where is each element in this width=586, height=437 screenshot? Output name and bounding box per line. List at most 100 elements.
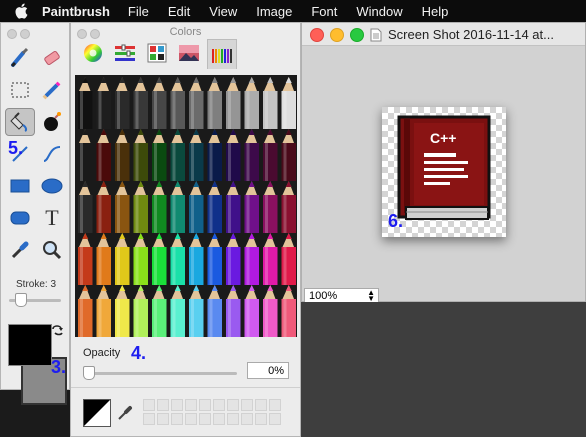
close-light-icon[interactable] — [7, 29, 17, 39]
swatch-cell[interactable] — [185, 399, 197, 411]
swatch-cell[interactable] — [171, 399, 183, 411]
swatch-cell[interactable] — [241, 399, 253, 411]
eyedropper-tool[interactable] — [5, 236, 35, 264]
curve-tool[interactable] — [37, 140, 67, 168]
swatch-cell[interactable] — [227, 399, 239, 411]
swatch-cell[interactable] — [255, 413, 267, 425]
pencil-lead — [156, 285, 163, 291]
swatch-cell[interactable] — [269, 413, 281, 425]
zoom-value: 100% — [309, 290, 338, 302]
current-color-swatch[interactable] — [83, 399, 111, 427]
pencil-lead — [248, 129, 255, 135]
pencil-highlight — [265, 247, 268, 285]
opacity-slider-track[interactable] — [83, 372, 237, 375]
swatch-cell[interactable] — [199, 413, 211, 425]
stroke-slider-knob[interactable] — [15, 293, 27, 307]
menu-image[interactable]: Image — [256, 4, 292, 19]
pencil-highlight — [209, 247, 213, 285]
brush-tool[interactable] — [5, 44, 35, 72]
crayon-picker[interactable] — [75, 75, 297, 337]
swatch-cell[interactable] — [269, 399, 281, 411]
app-menu[interactable]: Paintbrush — [42, 4, 110, 19]
pencil-lead — [267, 77, 274, 83]
rect-select-tool[interactable] — [5, 76, 35, 104]
eyedropper-icon[interactable] — [117, 405, 133, 421]
pencil-highlight — [191, 91, 194, 129]
minimize-light-icon[interactable] — [20, 29, 30, 39]
pencil-lead — [100, 181, 107, 187]
opacity-slider-knob[interactable] — [83, 366, 95, 380]
opacity-field[interactable]: 0% — [247, 362, 289, 379]
text-tool[interactable]: T — [37, 204, 67, 232]
bomb-tool[interactable] — [37, 108, 67, 136]
swatch-cell[interactable] — [213, 399, 225, 411]
swatch-cell[interactable] — [227, 413, 239, 425]
magnifier-tool[interactable] — [37, 236, 67, 264]
rectangle-tool[interactable] — [5, 172, 35, 200]
minimize-button[interactable] — [330, 28, 344, 42]
tab-image[interactable] — [177, 41, 201, 65]
pencil-lead — [285, 181, 292, 187]
ellipse-tool[interactable] — [37, 172, 67, 200]
eraser-tool[interactable] — [37, 44, 67, 72]
swatch-cell[interactable] — [157, 399, 169, 411]
pencil-highlight — [265, 143, 268, 181]
swap-colors-icon[interactable] — [51, 323, 65, 337]
pencil-highlight — [228, 143, 231, 181]
pencil-lead — [137, 285, 144, 291]
pencil-lead — [285, 129, 292, 135]
swatch-cell[interactable] — [241, 413, 253, 425]
pencil-lead — [248, 181, 255, 187]
pencil-lead — [82, 181, 89, 187]
text-icon: T — [45, 205, 59, 230]
pencil-lead — [119, 233, 126, 239]
pencil-grid — [78, 77, 296, 337]
pencil-lead — [119, 181, 126, 187]
pencil-lead — [211, 77, 218, 83]
eraser-icon — [44, 50, 60, 66]
canvas-image[interactable]: C++ 6. — [382, 107, 506, 237]
menu-edit[interactable]: Edit — [168, 4, 190, 19]
pencil-highlight — [117, 195, 120, 233]
rounded-rect-tool[interactable] — [5, 204, 35, 232]
zoom-select[interactable]: 100% ▲ ▼ — [304, 288, 379, 303]
pencil-highlight — [246, 195, 250, 233]
menu-font[interactable]: Font — [311, 4, 337, 19]
swatch-cell[interactable] — [185, 413, 197, 425]
pencil-highlight — [209, 143, 213, 181]
foreground-color-well[interactable] — [8, 324, 52, 366]
swatch-cell[interactable] — [199, 399, 211, 411]
fill-bucket-tool[interactable] — [5, 108, 35, 136]
tab-sliders[interactable] — [113, 41, 137, 65]
swatch-cell[interactable] — [143, 413, 155, 425]
close-button[interactable] — [310, 28, 324, 42]
rectangle-icon — [10, 179, 30, 193]
swatch-cell[interactable] — [255, 399, 267, 411]
tab-color-wheel[interactable] — [81, 41, 105, 65]
swatch-cell[interactable] — [143, 399, 155, 411]
pencil-tool[interactable] — [37, 76, 67, 104]
tab-pencils[interactable] — [207, 39, 237, 69]
swatch-cell[interactable] — [213, 413, 225, 425]
tab-palettes[interactable] — [145, 41, 169, 65]
window-title: Screen Shot 2016-11-14 at... — [388, 27, 554, 42]
zoom-button[interactable] — [350, 28, 364, 42]
pencil-lead — [230, 129, 237, 135]
pencil-lead — [211, 181, 218, 187]
menu-window[interactable]: Window — [356, 4, 402, 19]
pencil-highlight — [283, 91, 287, 129]
pencil-highlight — [98, 299, 102, 337]
swatch-cell[interactable] — [157, 413, 169, 425]
menu-file[interactable]: File — [128, 4, 149, 19]
pencil-lead — [137, 233, 144, 239]
swatch-grid[interactable] — [143, 399, 281, 425]
apple-logo-icon[interactable] — [14, 3, 28, 19]
menu-help[interactable]: Help — [422, 4, 449, 19]
swatch-cell[interactable] — [171, 413, 183, 425]
pencil-lead — [137, 181, 144, 187]
pencil-lead — [174, 181, 181, 187]
pencil-lead — [285, 285, 292, 291]
stepper-arrows-icon: ▲ ▼ — [367, 288, 375, 303]
menu-view[interactable]: View — [209, 4, 237, 19]
eyedropper-icon — [11, 241, 29, 259]
